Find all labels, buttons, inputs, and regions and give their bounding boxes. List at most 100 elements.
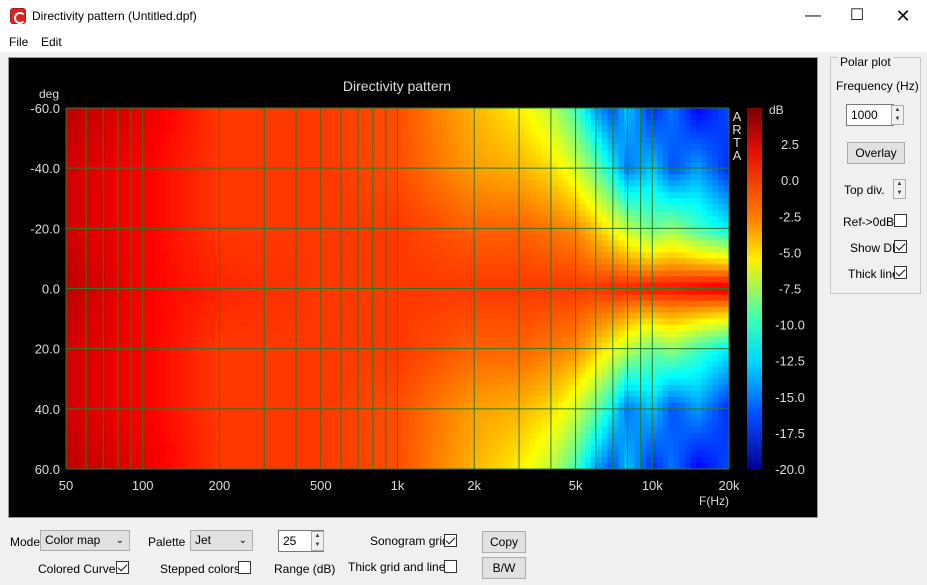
- heatmap-cell: [220, 246, 227, 253]
- heatmap-cell: [458, 180, 465, 187]
- heatmap-cell: [71, 132, 78, 139]
- heatmap-cell: [88, 318, 95, 326]
- heatmap-cell: [706, 252, 714, 260]
- heatmap-cell: [557, 306, 564, 314]
- heatmap-cell: [198, 204, 205, 211]
- close-icon[interactable]: ✕: [880, 0, 926, 32]
- heatmap-cell: [193, 120, 200, 127]
- heatmap-cell: [546, 174, 553, 181]
- menu-file[interactable]: File: [9, 35, 28, 49]
- heatmap-cell: [115, 192, 122, 199]
- heatmap-cell: [706, 120, 714, 127]
- heatmap-cell: [519, 126, 526, 133]
- heatmap-cell: [325, 168, 332, 175]
- heatmap-cell: [480, 186, 487, 193]
- heatmap-cell: [176, 270, 183, 278]
- heatmap-cell: [557, 336, 564, 344]
- heatmap-cell: [463, 348, 470, 356]
- heatmap-cell: [292, 150, 299, 157]
- heatmap-cell: [447, 324, 454, 332]
- heatmap-cell: [281, 240, 288, 247]
- chart-title: Directivity pattern: [343, 78, 451, 94]
- heatmap-cell: [447, 312, 454, 320]
- heatmap-cell: [176, 324, 183, 332]
- heatmap-cell: [491, 276, 498, 284]
- heatmap-cell: [485, 264, 493, 272]
- heatmap-cell: [270, 156, 277, 163]
- heatmap-cell: [226, 264, 233, 272]
- heatmap-cell: [226, 228, 233, 235]
- heatmap-cell: [568, 174, 575, 181]
- heatmap-cell: [270, 210, 277, 217]
- heatmap-cell: [309, 246, 316, 253]
- heatmap-cell: [270, 312, 277, 320]
- heatmap-cell: [508, 288, 515, 296]
- directivity-plot[interactable]: Directivity pattern deg F(Hz) dB 50 100 20…: [8, 57, 818, 518]
- heatmap-cell: [66, 114, 73, 121]
- heatmap-cell: [485, 348, 493, 356]
- heatmap-cell: [612, 240, 620, 247]
- heatmap-cell: [336, 192, 343, 199]
- heatmap-cell: [115, 210, 122, 217]
- heatmap-cell: [71, 168, 78, 175]
- heatmap-cell: [82, 294, 89, 302]
- heatmap-cell: [292, 336, 299, 344]
- maximize-icon[interactable]: ☐: [834, 0, 880, 32]
- heatmap-cell: [325, 264, 332, 272]
- heatmap-cell: [684, 252, 691, 260]
- heatmap-cell: [292, 126, 299, 133]
- heatmap-cell: [441, 240, 448, 247]
- heatmap-cell: [281, 330, 288, 338]
- heatmap-cell: [66, 324, 73, 332]
- heatmap-cell: [347, 168, 354, 175]
- heatmap-cell: [298, 318, 305, 326]
- heatmap-cell: [640, 312, 647, 320]
- heatmap-cell: [601, 156, 609, 163]
- heatmap-cell: [104, 270, 111, 278]
- heatmap-cell: [579, 198, 586, 205]
- heatmap-cell: [77, 108, 84, 115]
- heatmap-cell: [706, 306, 714, 314]
- heatmap-cell: [430, 228, 437, 235]
- heatmap-cell: [342, 276, 349, 284]
- menu-edit[interactable]: Edit: [41, 35, 62, 49]
- heatmap-cell: [552, 186, 559, 193]
- heatmap-cell: [701, 294, 708, 302]
- heatmap-cell: [546, 150, 553, 157]
- heatmap-cell: [132, 198, 139, 205]
- heatmap-cell: [403, 276, 410, 284]
- heatmap-cell: [375, 318, 382, 326]
- heatmap-cell: [706, 336, 714, 344]
- heatmap-cell: [712, 132, 719, 139]
- heatmap-cell: [237, 198, 244, 205]
- heatmap-cell: [77, 348, 84, 356]
- heatmap-cell: [546, 192, 553, 199]
- heatmap-cell: [601, 144, 609, 151]
- heatmap-cell: [347, 264, 354, 272]
- heatmap-cell: [546, 264, 553, 272]
- heatmap-cell: [629, 318, 636, 326]
- heatmap-cell: [187, 168, 194, 175]
- heatmap-cell: [358, 114, 365, 121]
- heatmap-cell: [403, 228, 410, 235]
- heatmap-cell: [182, 108, 189, 115]
- heatmap-cell: [706, 192, 714, 199]
- heatmap-cell: [143, 270, 150, 278]
- heatmap-cell: [425, 168, 432, 175]
- heatmap-cell: [364, 120, 371, 127]
- heatmap-cell: [579, 192, 586, 199]
- heatmap-cell: [491, 114, 498, 121]
- heatmap-cell: [331, 252, 338, 260]
- heatmap-cell: [640, 114, 647, 121]
- heatmap-cell: [717, 120, 725, 127]
- heatmap-cell: [325, 114, 332, 121]
- heatmap-cell: [270, 306, 277, 314]
- heatmap-cell: [662, 258, 669, 266]
- heatmap-cell: [441, 336, 448, 344]
- minimize-icon[interactable]: —: [790, 0, 836, 32]
- heatmap-cell: [71, 336, 78, 344]
- heatmap-cell: [226, 186, 233, 193]
- heatmap-cell: [77, 240, 84, 247]
- heatmap-cell: [231, 108, 238, 115]
- heatmap-cell: [474, 270, 481, 278]
